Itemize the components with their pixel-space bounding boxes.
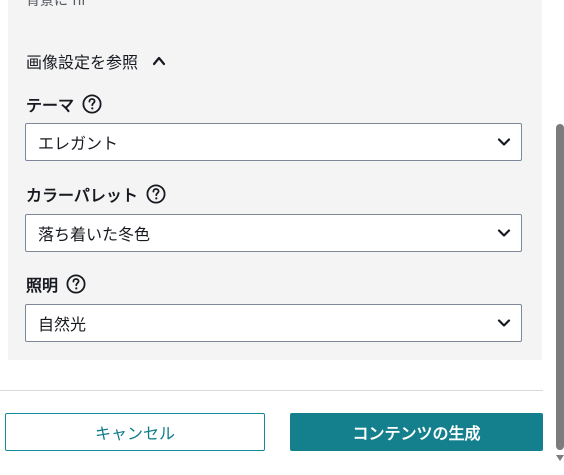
- generate-content-button[interactable]: コンテンツの生成: [290, 413, 543, 451]
- chevron-up-icon: [152, 56, 166, 66]
- footer-divider: [0, 390, 543, 391]
- help-icon[interactable]: [146, 184, 166, 204]
- lighting-select[interactable]: 自然光: [25, 304, 522, 342]
- lighting-label-row: 照明: [26, 271, 86, 297]
- palette-select-value: 落ち着いた冬色: [38, 225, 151, 244]
- chevron-down-icon: [497, 319, 511, 327]
- image-settings-toggle-label: 画像設定を参照: [26, 53, 139, 72]
- chevron-down-icon: [497, 229, 511, 237]
- chevron-down-icon: [497, 138, 511, 146]
- palette-label: カラーパレット: [26, 186, 138, 205]
- theme-label: テーマ: [26, 96, 75, 115]
- lighting-label: 照明: [26, 276, 59, 295]
- scrollbar-thumb[interactable]: [556, 124, 564, 450]
- scroll-down-arrow-icon[interactable]: [556, 454, 564, 462]
- palette-select[interactable]: 落ち着いた冬色: [25, 214, 522, 252]
- theme-select-value: エレガント: [38, 134, 119, 153]
- lighting-select-value: 自然光: [38, 315, 87, 334]
- theme-label-row: テーマ: [26, 91, 102, 117]
- image-settings-toggle[interactable]: 画像設定を参照: [26, 49, 166, 73]
- cancel-button[interactable]: キャンセル: [5, 413, 265, 451]
- theme-select[interactable]: エレガント: [25, 123, 522, 161]
- truncated-helper-text: 背景に hi: [26, 0, 86, 9]
- help-icon[interactable]: [66, 274, 86, 294]
- help-icon[interactable]: [82, 94, 102, 114]
- palette-label-row: カラーパレット: [26, 181, 166, 207]
